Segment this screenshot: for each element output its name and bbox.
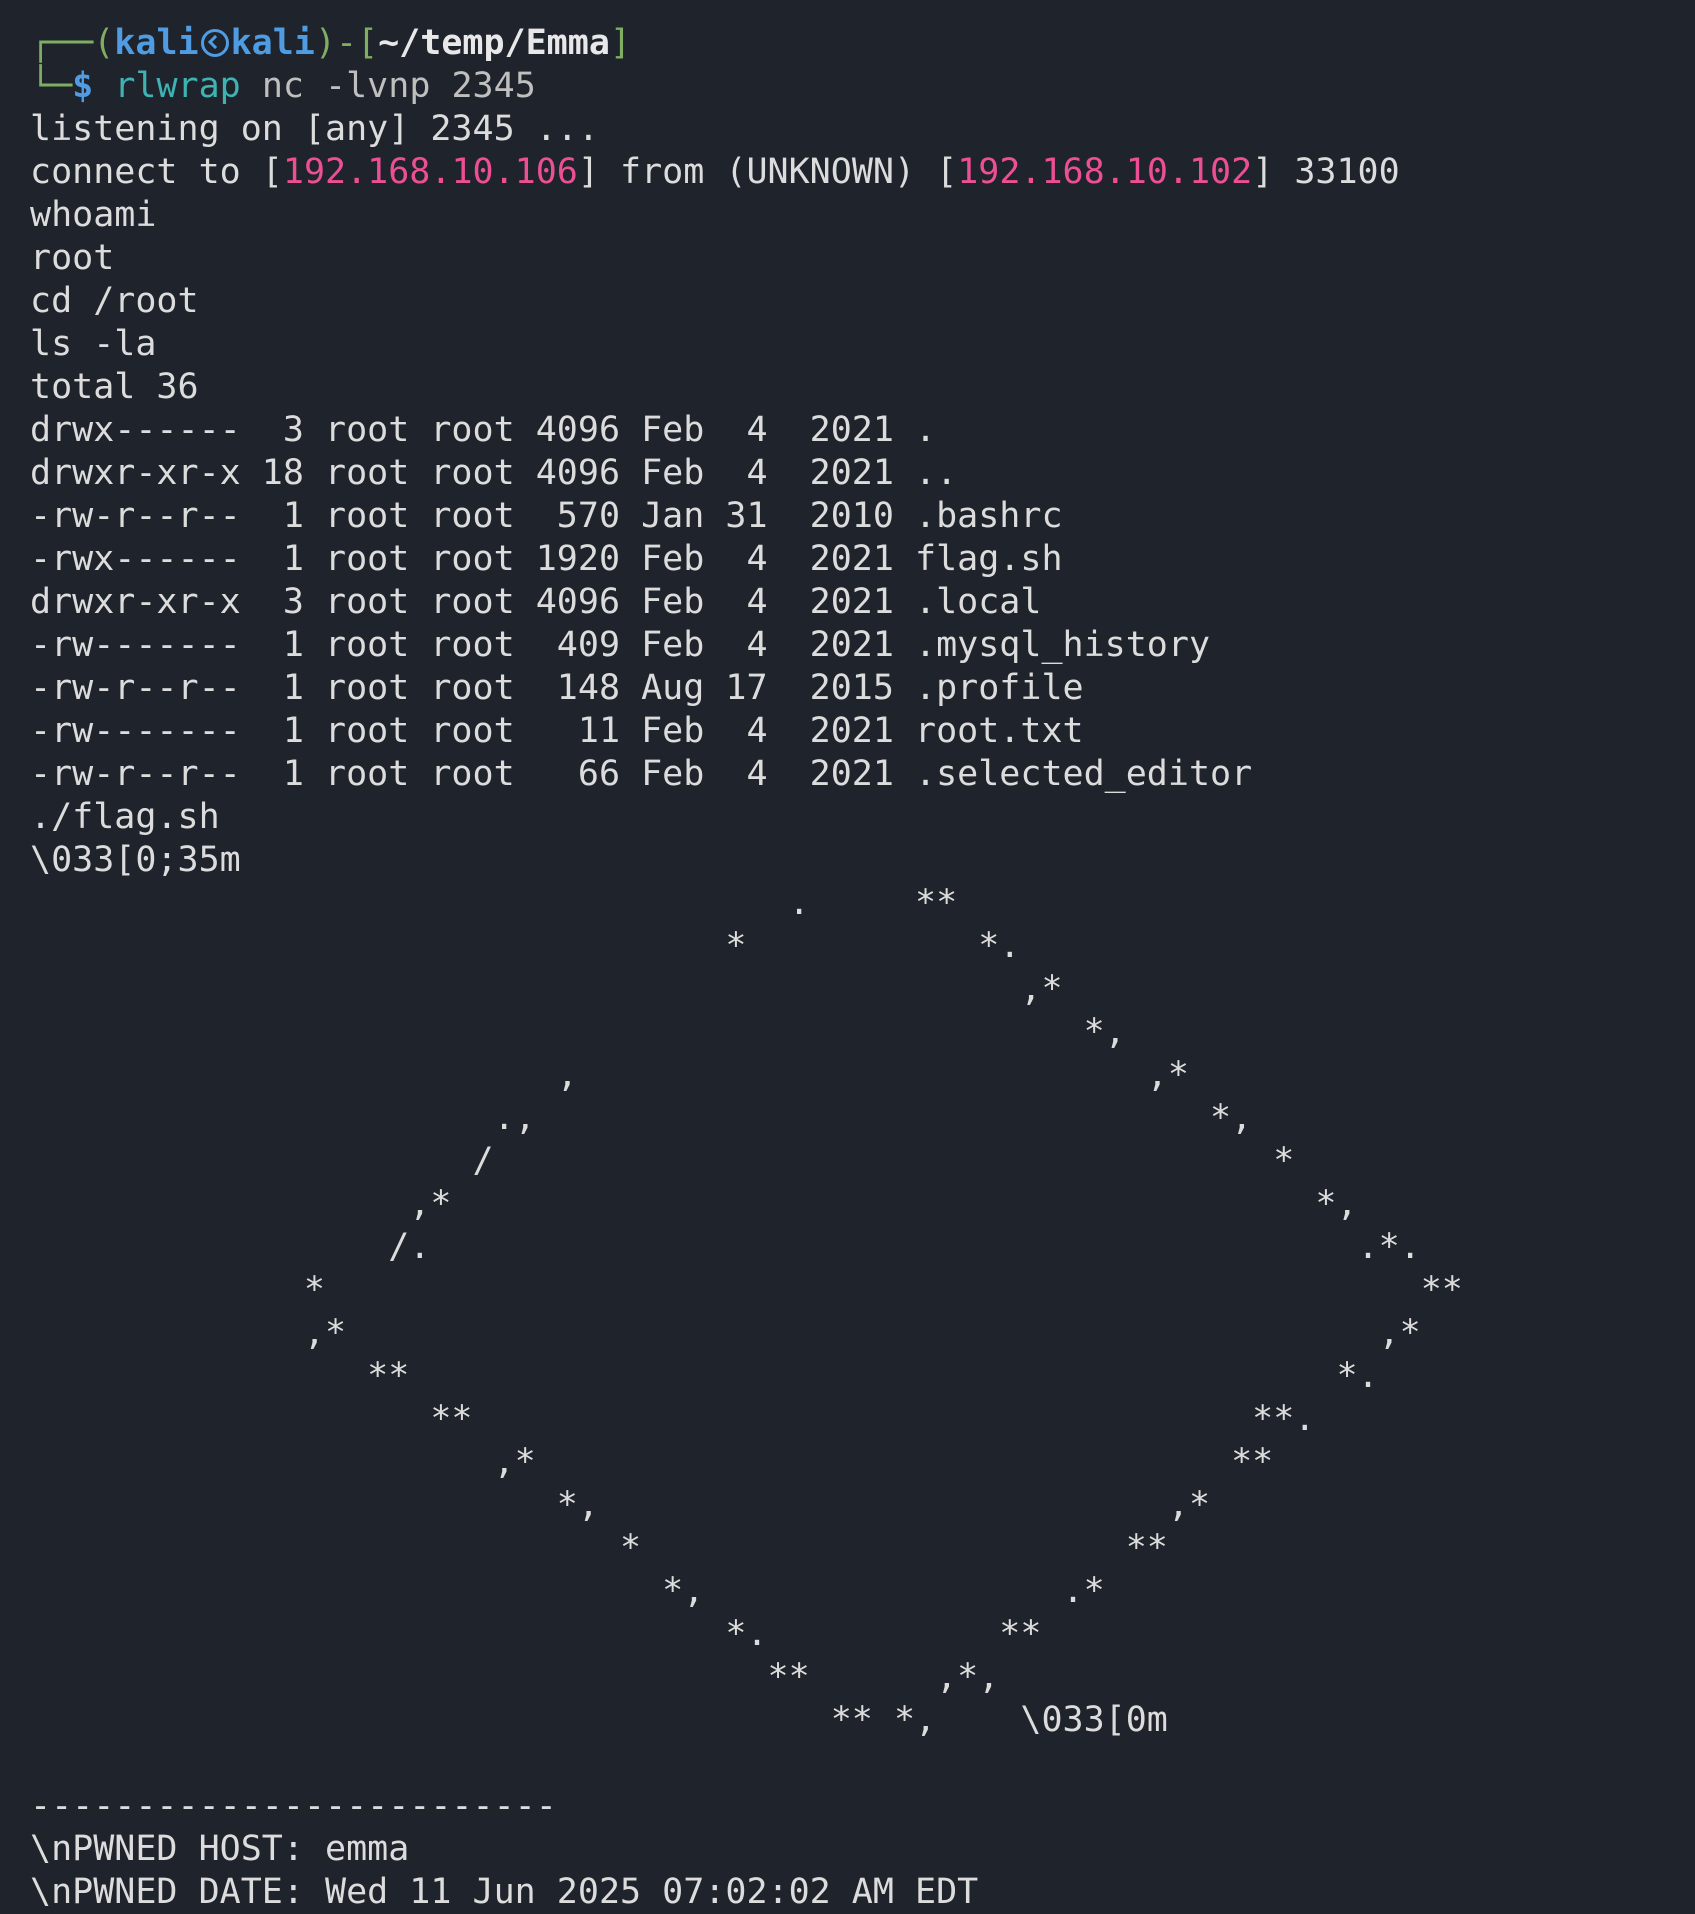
output-line: ., *, (30, 1098, 1253, 1138)
output-line: ls -la (30, 324, 157, 364)
prompt-open-paren: ( (93, 23, 115, 63)
connect-line: connect to [192.168.10.106] from (UNKNOW… (30, 151, 1695, 194)
prompt-corner-top: ┌── (30, 23, 94, 63)
prompt-line-top: ┌──(kali kali)-[~/temp/Emma] (30, 22, 1695, 65)
output-line: ** **. (30, 1399, 1316, 1439)
prompt-corner-bottom: └─ (30, 66, 73, 106)
output-line: ** *. (30, 1356, 1379, 1396)
output-line: , ,* (30, 1055, 1189, 1095)
connect-prefix: connect to [ (30, 152, 283, 192)
output-line: * ** (30, 1528, 1168, 1568)
output-line: root (30, 238, 115, 278)
prompt-host: kali (230, 23, 315, 63)
connect-mid: ] from (UNKNOWN) [ (577, 152, 958, 192)
local-ip: 192.168.10.106 (282, 152, 578, 192)
output-line: * ** (30, 1270, 1463, 1310)
output-line: * *. (30, 926, 1021, 966)
output-line: ,* (30, 969, 1063, 1009)
output-line: cd /root (30, 281, 199, 321)
output-line: drwxr-xr-x 18 root root 4096 Feb 4 2021 … (30, 453, 958, 493)
connect-suffix: ] 33100 (1252, 152, 1400, 192)
output-line: -rw-r--r-- 1 root root 66 Feb 4 2021 .se… (30, 754, 1253, 794)
output-line: *, .* (30, 1571, 1105, 1611)
output-line: ./flag.sh (30, 797, 220, 837)
output-line: drwxr-xr-x 3 root root 4096 Feb 4 2021 .… (30, 582, 1042, 622)
output-line: *, (30, 1012, 1126, 1052)
output-line: ,* ** (30, 1442, 1274, 1482)
terminal-window[interactable]: ┌──(kali kali)-[~/temp/Emma] └─$ rlwrap n… (0, 0, 1695, 1912)
output-line: -rw------- 1 root root 409 Feb 4 2021 .m… (30, 625, 1211, 665)
output-line: -rw------- 1 root root 11 Feb 4 2021 roo… (30, 711, 1084, 751)
command-args: nc -lvnp 2345 (261, 66, 536, 106)
output-line: -rw-r--r-- 1 root root 570 Jan 31 2010 .… (30, 496, 1063, 536)
output-line: ,* ,* (30, 1313, 1421, 1353)
output-line: . ** (30, 883, 958, 923)
output-line: -rwx------ 1 root root 1920 Feb 4 2021 f… (30, 539, 1063, 579)
remote-ip: 192.168.10.102 (957, 152, 1253, 192)
prompt-path: ~/temp/Emma (378, 23, 610, 63)
prompt-line-command: └─$ rlwrap nc -lvnp 2345 (30, 65, 1695, 108)
output-line: ** *, \033[0m (30, 1700, 1168, 1740)
output-line: \033[0;35m (30, 840, 241, 880)
prompt-separator: )-[ (314, 23, 379, 63)
output-line: whoami (30, 195, 157, 235)
output-line: drwx------ 3 root root 4096 Feb 4 2021 . (30, 410, 937, 450)
prompt-user: kali (114, 23, 199, 63)
output-line: /. .*. (30, 1227, 1421, 1267)
output-line: total 36 (30, 367, 199, 407)
output-line: -rw-r--r-- 1 root root 148 Aug 17 2015 .… (30, 668, 1084, 708)
kali-dragon-icon (200, 29, 229, 57)
listening-line: listening on [any] 2345 ... (30, 109, 599, 149)
output-line: ------------------------- (30, 1786, 557, 1826)
output-line: / * (30, 1141, 1295, 1181)
output-line: ** ,*, (30, 1657, 1000, 1697)
output-line: \nPWNED HOST: emma (30, 1829, 410, 1869)
output-line: *. ** (30, 1614, 1042, 1654)
output-line: ,* *, (30, 1184, 1358, 1224)
terminal-output: whoami root cd /root ls -la total 36 drwx----… (30, 194, 1695, 1914)
prompt-close-bracket: ] (609, 23, 631, 63)
prompt-dollar: $ (72, 66, 94, 106)
command-name: rlwrap (114, 66, 241, 106)
output-line: *, ,* (30, 1485, 1211, 1525)
output-line: \nPWNED DATE: Wed 11 Jun 2025 07:02:02 A… (30, 1872, 979, 1912)
